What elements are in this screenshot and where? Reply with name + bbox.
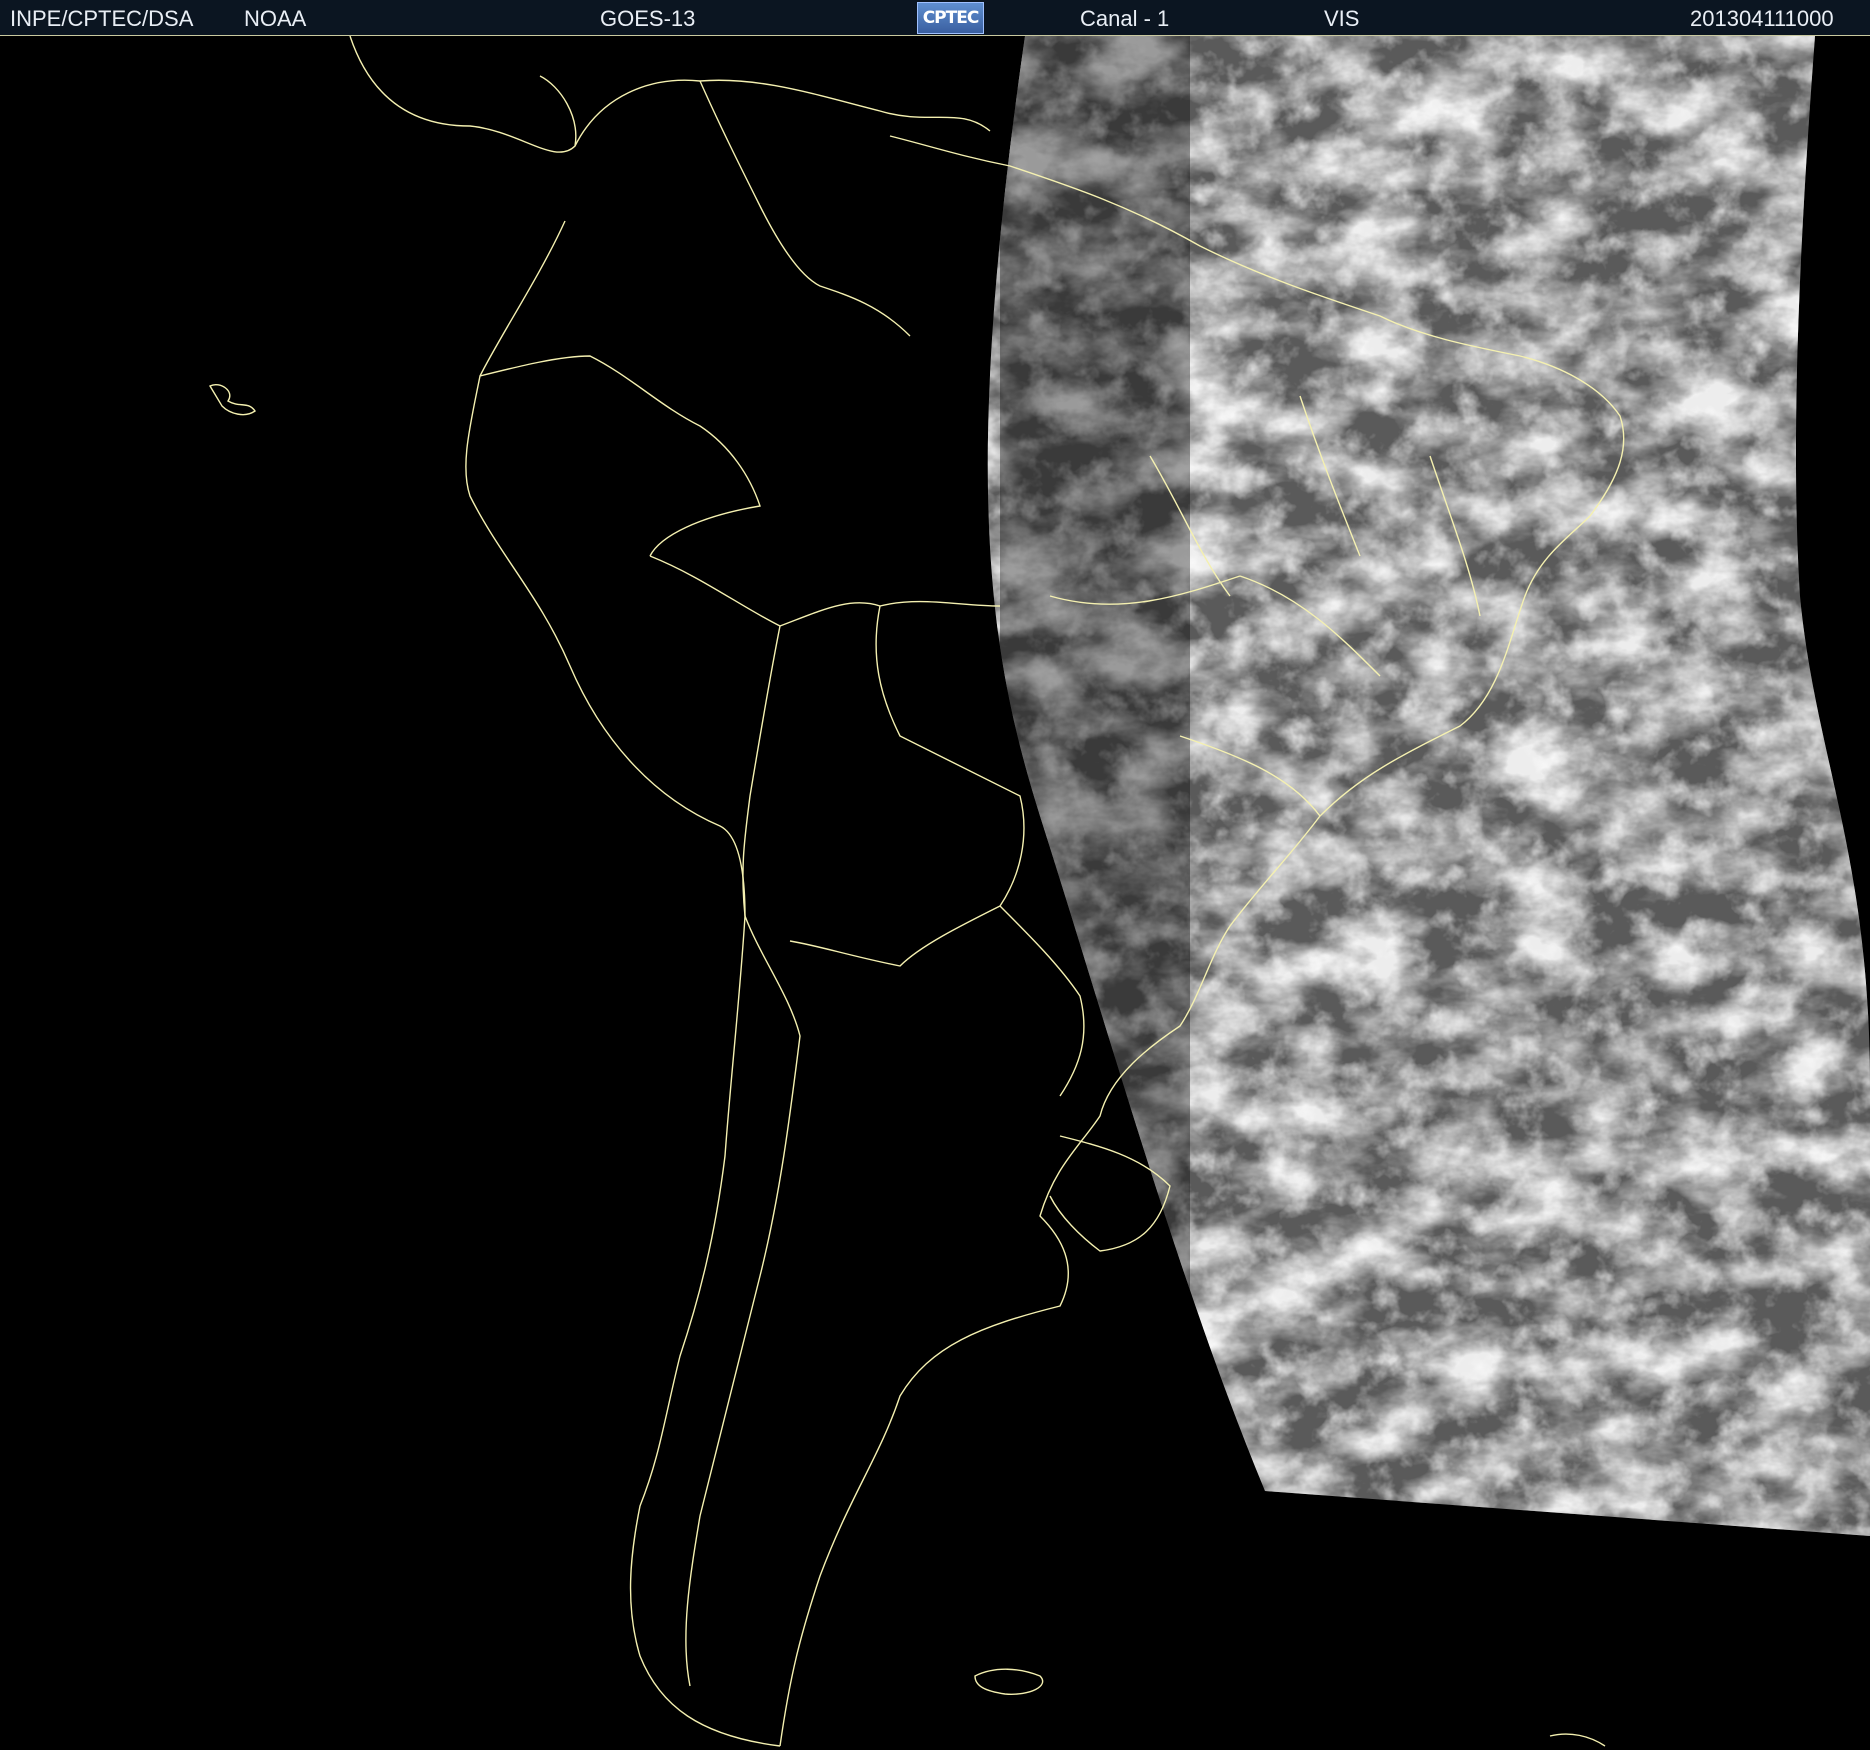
- timestamp-label: 201304111000: [1690, 6, 1834, 31]
- agency-label: INPE/CPTEC/DSA: [10, 6, 194, 31]
- satellite-map-svg: [0, 36, 1870, 1750]
- band-label: VIS: [1324, 6, 1360, 31]
- satellite-image: [0, 36, 1870, 1750]
- cptec-logo-text: CPTEC: [922, 8, 980, 28]
- satellite-label: GOES-13: [600, 6, 696, 31]
- cptec-logo: CPTEC: [917, 2, 984, 34]
- image-header-bar: INPE/CPTEC/DSA NOAA GOES-13 CPTEC Canal …: [0, 0, 1870, 36]
- channel-label: Canal - 1: [1080, 6, 1170, 31]
- source-label: NOAA: [244, 6, 307, 31]
